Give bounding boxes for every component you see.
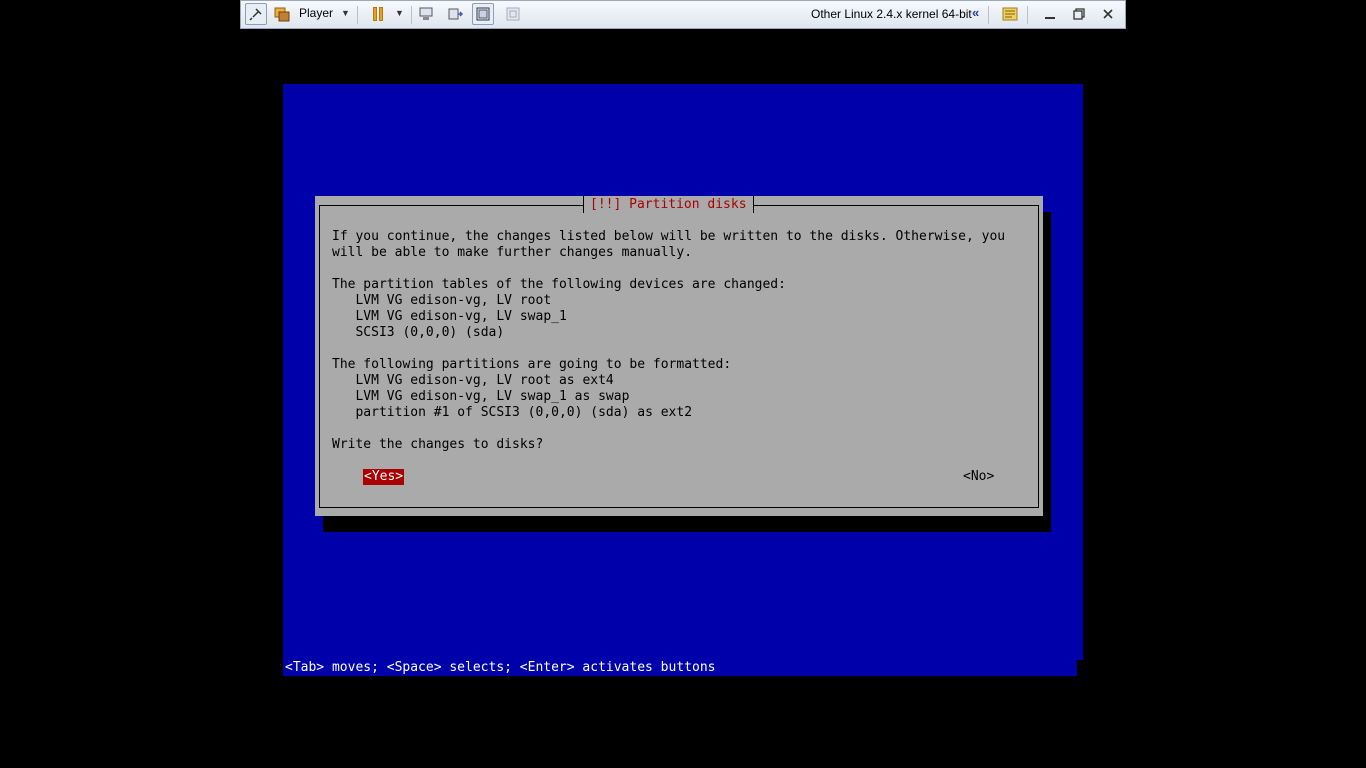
dialog-text-line: The partition tables of the following de… bbox=[332, 277, 786, 292]
dialog-text-line: partition #1 of SCSI3 (0,0,0) (sda) as e… bbox=[332, 405, 693, 420]
no-button[interactable]: <No> bbox=[963, 469, 994, 485]
fit-window-icon[interactable] bbox=[472, 3, 494, 25]
player-menu-label[interactable]: Player bbox=[299, 6, 333, 20]
partition-disks-dialog: [!!] Partition disks If you continue, th… bbox=[315, 196, 1043, 516]
pause-icon[interactable] bbox=[367, 3, 389, 25]
message-log-icon[interactable] bbox=[999, 3, 1021, 25]
dialog-text-line: SCSI3 (0,0,0) (sda) bbox=[332, 325, 505, 340]
collapse-icon[interactable]: « bbox=[972, 5, 979, 20]
pin-icon[interactable] bbox=[245, 3, 267, 25]
installer-help-bar: <Tab> moves; <Space> selects; <Enter> ac… bbox=[283, 660, 1077, 676]
toolbar-divider bbox=[1027, 6, 1028, 24]
dialog-title: [!!] Partition disks bbox=[583, 196, 754, 213]
vm-title: Other Linux 2.4.x kernel 64-bit bbox=[811, 7, 972, 21]
dialog-text-line: LVM VG edison-vg, LV swap_1 bbox=[332, 309, 567, 324]
chevron-down-icon[interactable]: ▼ bbox=[341, 8, 350, 18]
chevron-down-icon[interactable]: ▼ bbox=[395, 8, 404, 18]
dialog-question: Write the changes to disks? bbox=[332, 437, 544, 452]
dialog-text-line: If you continue, the changes listed belo… bbox=[332, 229, 1006, 244]
minimize-icon[interactable] bbox=[1039, 3, 1061, 25]
dialog-text-line: LVM VG edison-vg, LV swap_1 as swap bbox=[332, 389, 630, 404]
dialog-text-line: LVM VG edison-vg, LV root as ext4 bbox=[332, 373, 614, 388]
restore-icon[interactable] bbox=[1068, 3, 1090, 25]
dialog-text-line: LVM VG edison-vg, LV root bbox=[332, 293, 552, 308]
close-icon[interactable] bbox=[1097, 3, 1119, 25]
toolbar-divider bbox=[357, 6, 358, 24]
dialog-text-line: will be able to make further changes man… bbox=[332, 245, 693, 260]
unity-icon[interactable] bbox=[502, 3, 524, 25]
toolbar-divider bbox=[411, 6, 412, 24]
vmware-player-toolbar: Player ▼ ▼ Other Linux 2.4.x kernel 64-b… bbox=[240, 0, 1126, 29]
toolbar-divider bbox=[988, 6, 989, 24]
send-ctrl-alt-del-icon[interactable] bbox=[415, 3, 437, 25]
player-menu-icon[interactable] bbox=[271, 3, 293, 25]
yes-button[interactable]: <Yes> bbox=[363, 469, 405, 485]
dialog-text-line: The following partitions are going to be… bbox=[332, 357, 732, 372]
removable-devices-icon[interactable] bbox=[444, 3, 466, 25]
